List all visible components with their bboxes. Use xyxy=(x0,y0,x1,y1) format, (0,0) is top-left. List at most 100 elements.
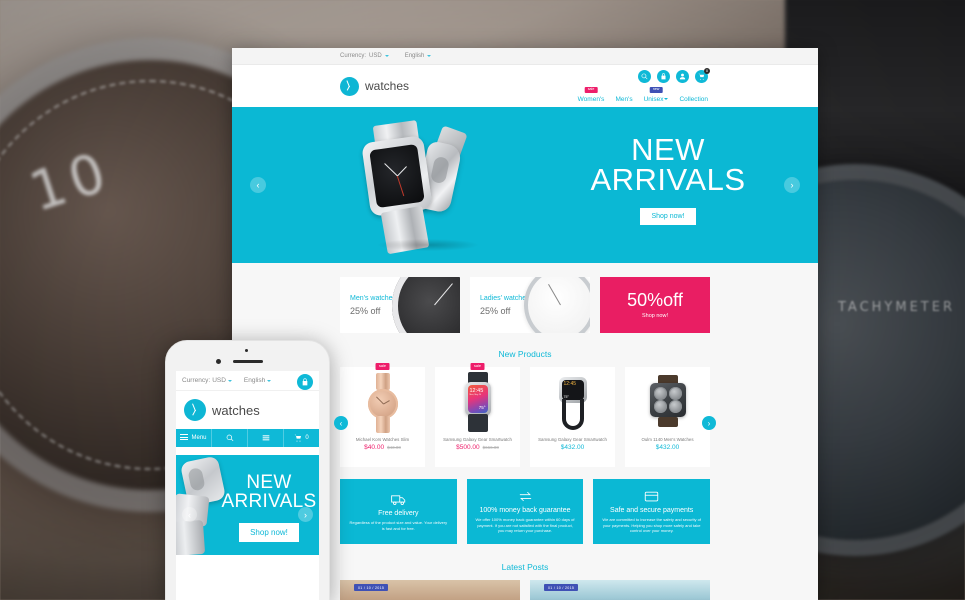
post-date-badge: 01 / 10 / 2015 xyxy=(544,584,579,591)
phone-speaker xyxy=(232,360,263,363)
mobile-menu-label: Menu xyxy=(191,435,207,441)
chevron-down-icon xyxy=(664,98,669,101)
logo[interactable]: watches xyxy=(340,76,410,96)
product-price-row: $40.00 $43.00 xyxy=(364,444,401,451)
lock-icon[interactable] xyxy=(657,70,670,83)
site-header: watches 0 sale Women's Men's new Unisex … xyxy=(232,65,818,107)
mobile-currency-selector[interactable]: Currency: USD xyxy=(182,377,232,384)
service-description: We are committed to increase the safety … xyxy=(602,517,701,534)
service-description: Regardless of the product size and value… xyxy=(349,520,448,531)
product-card[interactable]: sale 12:45 Mon, May 24 75° Samsung Galax… xyxy=(435,363,520,467)
language-value: English xyxy=(243,377,266,384)
product-price-row: $500.00 $666.00 xyxy=(456,444,499,451)
product-card[interactable]: sale Michael Kors Watches Slim $40.00 $4… xyxy=(340,363,425,467)
hero-copy: NEW ARRIVALS Shop now! xyxy=(568,132,768,225)
mobile-hero-shop-now-button[interactable]: Shop now! xyxy=(239,523,299,542)
list-icon xyxy=(262,435,269,441)
mobile-hero-slider: NEW ARRIVALS Shop now! ‹ › xyxy=(176,455,319,555)
nav-item-mens[interactable]: Men's xyxy=(615,87,632,103)
search-icon[interactable] xyxy=(638,70,651,83)
phone-sensor xyxy=(245,349,248,352)
hero-next-arrow[interactable]: › xyxy=(784,177,800,193)
promo-watch-image xyxy=(524,277,590,333)
nav-label: Men's xyxy=(615,96,633,103)
hero-title-line1: NEW xyxy=(631,132,705,167)
top-utility-bar: Currency: USD English xyxy=(232,48,818,65)
menu-icon xyxy=(180,434,189,442)
mobile-hero-prev-arrow[interactable]: ‹ xyxy=(182,507,197,522)
nav-item-unisex[interactable]: new Unisex xyxy=(644,87,669,103)
lock-icon[interactable] xyxy=(297,374,313,390)
product-name: Oulm 1140 Men's Watches xyxy=(641,437,694,442)
language-selector[interactable]: English xyxy=(405,53,432,59)
product-price-row: $432.00 xyxy=(656,444,680,451)
promo-title: Men's watches xyxy=(350,294,397,302)
service-secure-payments: Safe and secure payments We are committe… xyxy=(593,479,711,544)
chevron-down-icon xyxy=(384,55,389,57)
product-name: Samsung Galaxy Gear Smartwatch xyxy=(443,437,512,442)
mobile-hero-title-line1: NEW xyxy=(246,472,292,493)
watch-hand-hour xyxy=(384,162,399,177)
watch-band-top xyxy=(375,373,390,390)
promo-ladies-watches[interactable]: Ladies' watches 25% off xyxy=(470,277,590,333)
currency-selector[interactable]: Currency: USD xyxy=(340,53,389,59)
mobile-search-button[interactable] xyxy=(212,429,248,447)
watch-illustration: 12:45 75° xyxy=(556,373,590,431)
promo-mens-watches[interactable]: Men's watches 25% off xyxy=(340,277,460,333)
mobile-menu-button[interactable]: Menu xyxy=(176,429,212,447)
currency-value: USD xyxy=(369,53,382,59)
service-money-back: 100% money back guarantee We offer 100% … xyxy=(466,479,584,544)
hero-shop-now-button[interactable]: Shop now! xyxy=(640,207,696,225)
product-old-price: $666.00 xyxy=(482,445,499,451)
watch-face xyxy=(361,135,433,217)
post-card[interactable]: 01 / 10 / 2015 xyxy=(340,580,520,600)
watch-illustration xyxy=(367,373,398,433)
products-prev-arrow[interactable]: ‹ xyxy=(334,416,348,430)
product-image: 12:45 Mon, May 24 75° xyxy=(435,367,520,437)
mobile-logo[interactable]: watches xyxy=(176,391,319,429)
mobile-spacer xyxy=(176,447,319,455)
nav-badge-sale: sale xyxy=(584,87,598,93)
user-icon[interactable] xyxy=(676,70,689,83)
hero-title-line2: ARRIVALS xyxy=(590,161,746,197)
product-image xyxy=(340,367,425,437)
post-date-badge: 01 / 10 / 2015 xyxy=(354,584,389,591)
cart-icon[interactable]: 0 xyxy=(695,68,710,83)
hero-watch-image xyxy=(360,120,488,255)
products-next-arrow[interactable]: › xyxy=(702,416,716,430)
product-card[interactable]: Oulm 1140 Men's Watches $432.00 xyxy=(625,367,710,467)
product-price: $40.00 xyxy=(364,444,385,452)
watch-subdial xyxy=(668,400,682,413)
mobile-top-bar: Currency: USD English xyxy=(176,371,319,391)
hero-prev-arrow[interactable]: ‹ xyxy=(250,177,266,193)
nav-badge-new: new xyxy=(649,87,663,93)
mobile-cart-button[interactable]: 0 xyxy=(284,429,319,447)
nav-item-collection[interactable]: Collection xyxy=(679,87,708,103)
product-price: $432.00 xyxy=(655,444,680,452)
mobile-language-selector[interactable]: English xyxy=(243,377,272,384)
mobile-hero-next-arrow[interactable]: › xyxy=(298,507,313,522)
mobile-categories-button[interactable] xyxy=(248,429,284,447)
product-image: 12:45 75° xyxy=(530,367,615,437)
cart-icon xyxy=(294,434,302,442)
nav-label: Unisex xyxy=(643,96,664,103)
watch-subdial xyxy=(653,387,667,400)
main-navigation: sale Women's Men's new Unisex Collection xyxy=(578,87,708,103)
nav-item-womens[interactable]: sale Women's xyxy=(578,87,604,103)
watch-screen-time: 12:45 xyxy=(563,381,577,387)
promo-fifty-percent-off[interactable]: 50%off Shop now! xyxy=(600,277,710,333)
truck-icon xyxy=(391,492,406,507)
watch-illustration xyxy=(649,375,687,427)
promo-subtitle: 25% off xyxy=(480,305,511,316)
clock-icon xyxy=(184,399,206,421)
promo-shop-now-link[interactable]: Shop now! xyxy=(642,313,668,319)
logo-text: watches xyxy=(365,79,410,93)
product-card[interactable]: 12:45 75° Samsung Galaxy Gear Smartwatch… xyxy=(530,367,615,467)
promo-banner-row: Men's watches 25% off Ladies' watches 25… xyxy=(232,263,818,343)
product-price: $432.00 xyxy=(560,444,585,452)
watch-screen-date: Mon, May 24 xyxy=(469,394,482,396)
watch-case: 12:45 Mon, May 24 75° xyxy=(464,382,491,416)
post-card[interactable]: 01 / 10 / 2015 xyxy=(530,580,710,600)
language-value: English xyxy=(404,53,425,59)
watch-band-bottom xyxy=(176,519,206,555)
